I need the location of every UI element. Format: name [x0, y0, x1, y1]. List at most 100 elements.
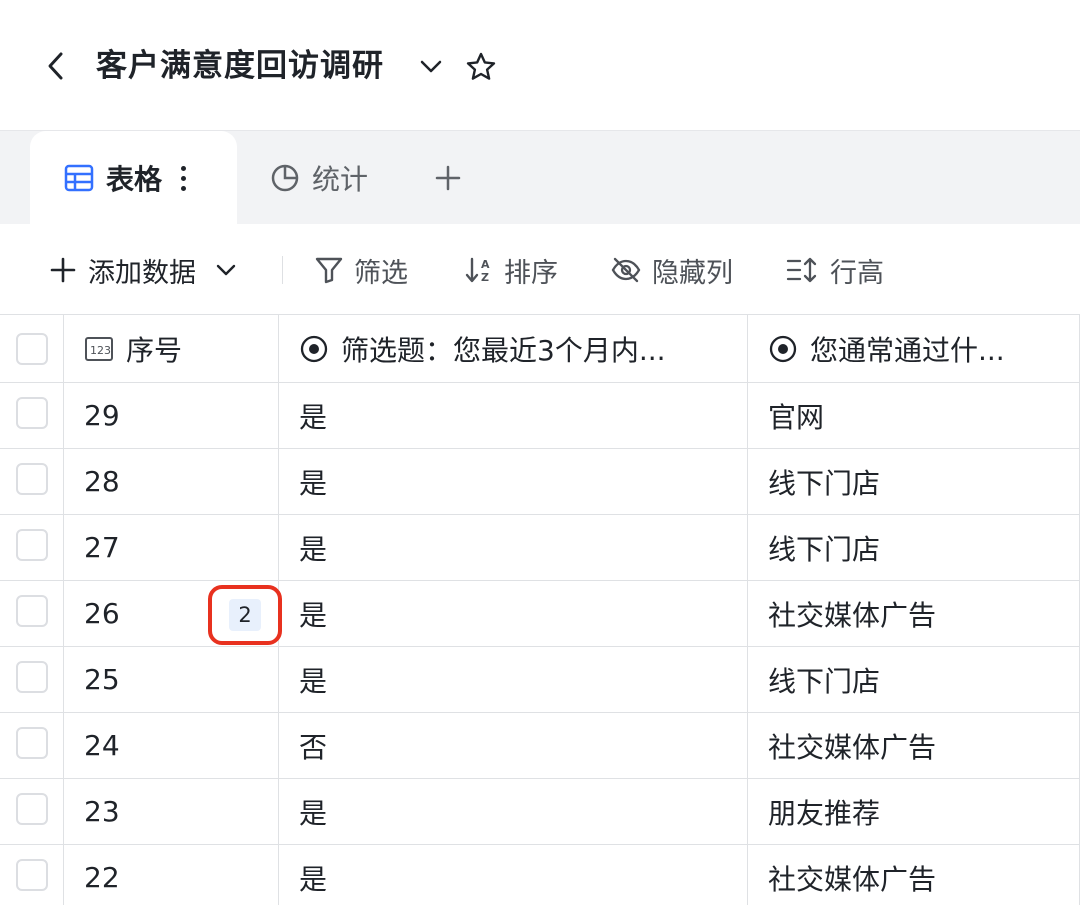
- cell-channel[interactable]: 社交媒体广告: [748, 581, 1080, 646]
- row-check-cell: [0, 515, 64, 580]
- cell-screening[interactable]: 是: [279, 647, 748, 712]
- plus-icon: [50, 257, 76, 283]
- cell-channel[interactable]: 官网: [748, 383, 1080, 448]
- data-grid: 123 序号 筛选题：您最近3个月内... 您通常通过什... 29 是 官网 …: [0, 314, 1080, 905]
- table-header-row: 123 序号 筛选题：您最近3个月内... 您通常通过什...: [0, 314, 1080, 383]
- chevron-down-icon: [420, 60, 442, 73]
- column-header-seq[interactable]: 123 序号: [64, 315, 279, 382]
- row-check-cell: [0, 845, 64, 905]
- table-row[interactable]: 28 是 线下门店: [0, 449, 1080, 515]
- cell-channel[interactable]: 线下门店: [748, 449, 1080, 514]
- sort-label: 排序: [504, 257, 558, 289]
- row-check-cell: [0, 383, 64, 448]
- cell-screening[interactable]: 是: [279, 845, 748, 905]
- column-header-channel-label: 您通常通过什...: [810, 333, 1005, 367]
- pie-chart-icon: [271, 164, 299, 192]
- row-checkbox[interactable]: [16, 859, 48, 891]
- more-vertical-icon[interactable]: [178, 165, 188, 191]
- filter-button[interactable]: 筛选: [314, 248, 408, 292]
- row-check-cell: [0, 647, 64, 712]
- plus-icon: [435, 165, 461, 191]
- cell-screening[interactable]: 是: [279, 383, 748, 448]
- cell-seq[interactable]: 29: [64, 383, 279, 448]
- svg-text:A: A: [481, 258, 490, 271]
- filter-label: 筛选: [354, 257, 408, 289]
- tab-statistics-label: 统计: [312, 163, 369, 196]
- comment-count-badge[interactable]: 2: [208, 585, 282, 645]
- add-view-button[interactable]: [430, 131, 466, 225]
- sort-button[interactable]: AZ 排序: [464, 248, 558, 292]
- cell-channel[interactable]: 朋友推荐: [748, 779, 1080, 844]
- row-checkbox[interactable]: [16, 529, 48, 561]
- back-button[interactable]: [40, 46, 70, 86]
- auto-number-icon: 123: [85, 336, 113, 361]
- column-header-seq-label: 序号: [126, 333, 183, 367]
- hide-columns-button[interactable]: 隐藏列: [610, 248, 733, 292]
- select-all-checkbox[interactable]: [16, 332, 48, 365]
- single-select-icon: [769, 335, 797, 362]
- cell-seq[interactable]: 25: [64, 647, 279, 712]
- cell-seq-value: 26: [84, 597, 120, 630]
- title-dropdown-button[interactable]: [416, 52, 446, 82]
- svg-text:Z: Z: [481, 271, 489, 284]
- row-check-cell: [0, 581, 64, 646]
- table-row[interactable]: 29 是 官网: [0, 383, 1080, 449]
- table-row[interactable]: 22 是 社交媒体广告: [0, 845, 1080, 905]
- cell-seq[interactable]: 24: [64, 713, 279, 778]
- header: 客户满意度回访调研: [0, 0, 1080, 130]
- hide-columns-label: 隐藏列: [652, 257, 733, 289]
- view-tab-bar: 表格 统计: [0, 130, 1080, 225]
- page-title: 客户满意度回访调研: [96, 48, 384, 84]
- cell-channel[interactable]: 社交媒体广告: [748, 713, 1080, 778]
- tab-statistics[interactable]: 统计: [270, 131, 390, 225]
- row-checkbox[interactable]: [16, 727, 48, 759]
- comment-count: 2: [229, 599, 261, 631]
- select-all-cell: [0, 315, 64, 382]
- chevron-left-icon: [48, 52, 63, 80]
- cell-channel[interactable]: 线下门店: [748, 647, 1080, 712]
- filter-icon: [315, 257, 343, 284]
- table-row[interactable]: 25 是 线下门店: [0, 647, 1080, 713]
- row-checkbox[interactable]: [16, 595, 48, 627]
- table-row[interactable]: 24 否 社交媒体广告: [0, 713, 1080, 779]
- cell-screening[interactable]: 是: [279, 581, 748, 646]
- row-check-cell: [0, 449, 64, 514]
- row-height-button[interactable]: 行高: [786, 248, 884, 292]
- row-checkbox[interactable]: [16, 397, 48, 429]
- tab-table[interactable]: 表格: [30, 131, 237, 225]
- chevron-down-icon[interactable]: [216, 264, 236, 276]
- table-icon: [64, 164, 94, 192]
- table-row[interactable]: 26 2 是 社交媒体广告: [0, 581, 1080, 647]
- row-checkbox[interactable]: [16, 661, 48, 693]
- cell-seq[interactable]: 22: [64, 845, 279, 905]
- row-check-cell: [0, 779, 64, 844]
- column-header-screening-label: 筛选题：您最近3个月内...: [341, 333, 666, 367]
- table-row[interactable]: 23 是 朋友推荐: [0, 779, 1080, 845]
- sort-az-icon: AZ: [465, 257, 490, 284]
- row-height-label: 行高: [830, 257, 884, 289]
- column-header-screening[interactable]: 筛选题：您最近3个月内...: [279, 315, 748, 382]
- add-data-button[interactable]: 添加数据: [50, 248, 236, 292]
- favorite-button[interactable]: [462, 48, 500, 86]
- svg-text:123: 123: [90, 344, 111, 357]
- row-checkbox[interactable]: [16, 463, 48, 495]
- cell-screening[interactable]: 是: [279, 449, 748, 514]
- toolbar-divider: [282, 256, 283, 284]
- cell-channel[interactable]: 社交媒体广告: [748, 845, 1080, 905]
- cell-channel[interactable]: 线下门店: [748, 515, 1080, 580]
- cell-seq[interactable]: 23: [64, 779, 279, 844]
- table-row[interactable]: 27 是 线下门店: [0, 515, 1080, 581]
- star-icon: [466, 52, 496, 80]
- cell-seq[interactable]: 27: [64, 515, 279, 580]
- eye-off-icon: [611, 257, 641, 283]
- cell-screening[interactable]: 是: [279, 515, 748, 580]
- tab-table-label: 表格: [106, 163, 163, 196]
- toolbar: 添加数据 筛选 AZ 排序 隐藏列 行高: [0, 224, 1080, 314]
- row-checkbox[interactable]: [16, 793, 48, 825]
- cell-screening[interactable]: 是: [279, 779, 748, 844]
- column-header-channel[interactable]: 您通常通过什...: [748, 315, 1080, 382]
- add-data-label: 添加数据: [88, 257, 196, 289]
- cell-screening[interactable]: 否: [279, 713, 748, 778]
- row-check-cell: [0, 713, 64, 778]
- cell-seq[interactable]: 28: [64, 449, 279, 514]
